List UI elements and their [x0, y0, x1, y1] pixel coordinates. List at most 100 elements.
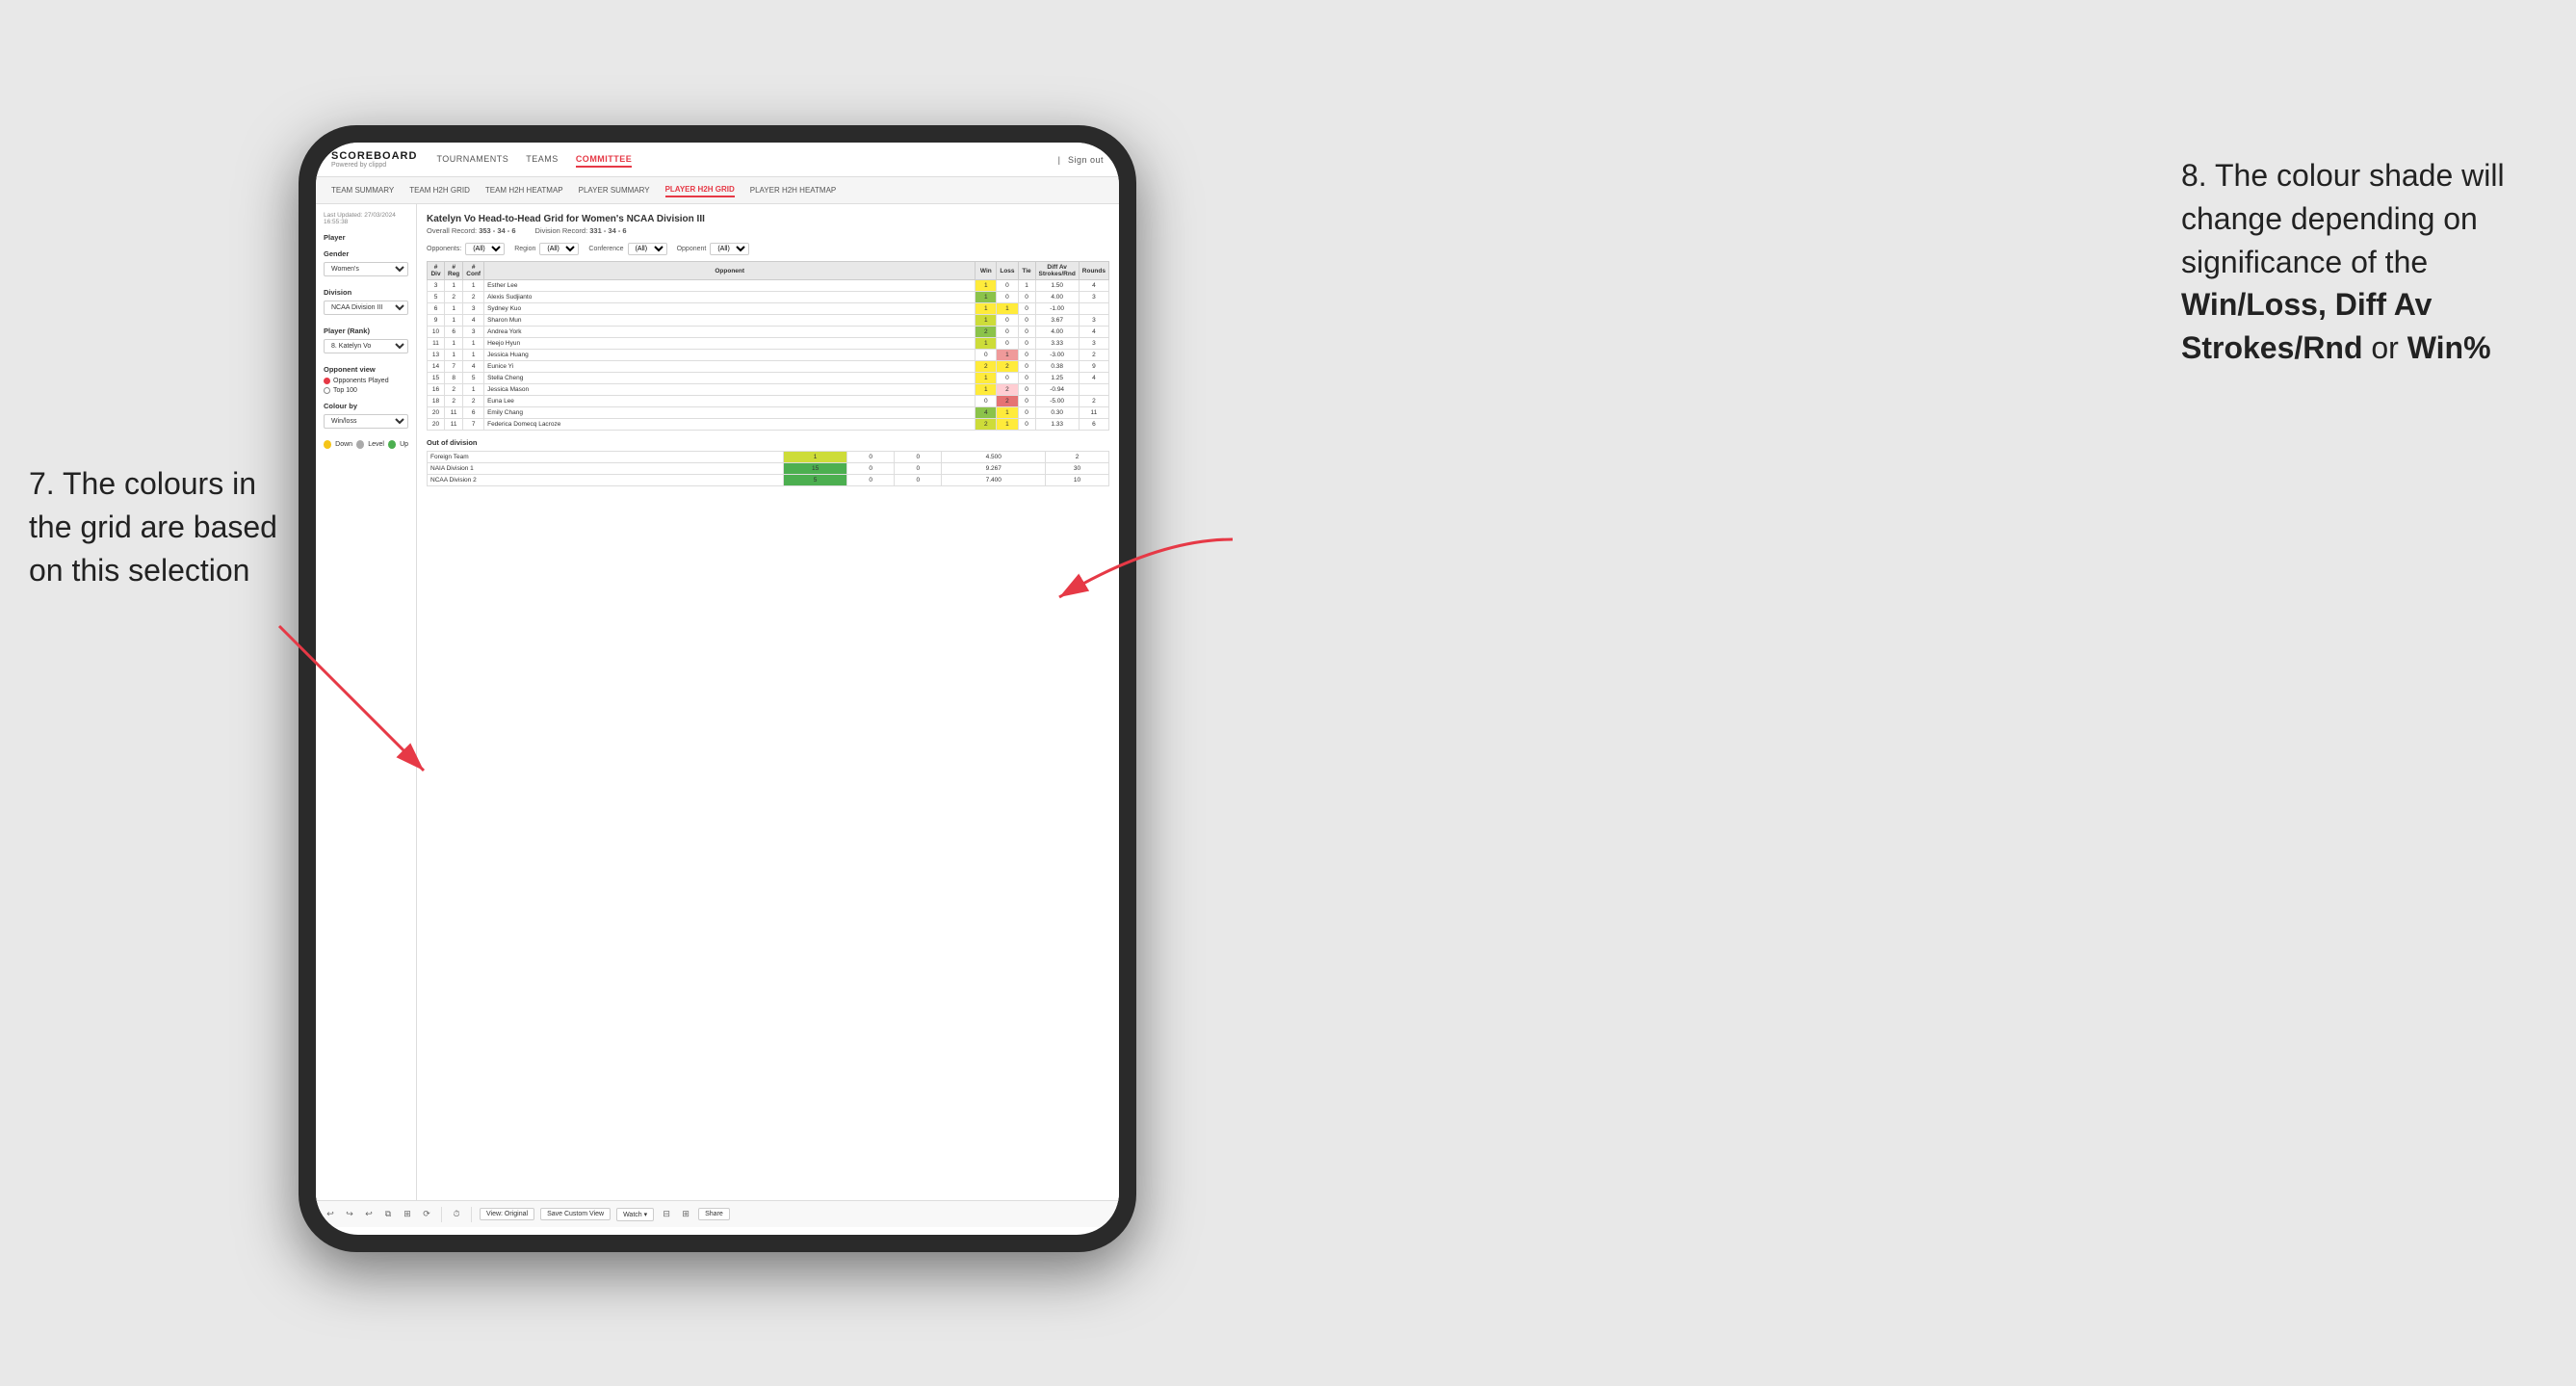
nav-signout[interactable]: Sign out — [1068, 153, 1104, 167]
cell-reg: 2 — [445, 396, 463, 407]
cell-rounds: 2 — [1079, 350, 1108, 361]
cell-tie: 0 — [1018, 327, 1035, 338]
sub-nav-team-h2h-heatmap[interactable]: TEAM H2H HEATMAP — [485, 184, 563, 196]
cell-rounds: 2 — [1046, 452, 1109, 463]
share-btn[interactable]: Share — [698, 1208, 730, 1220]
undo2-icon[interactable]: ↩ — [362, 1208, 376, 1221]
copy-icon[interactable]: ⧉ — [381, 1208, 395, 1221]
bottom-toolbar: ↩ ↪ ↩ ⧉ ⊞ ⟳ ⏱ View: Original Save Custom… — [316, 1200, 1119, 1227]
cell-diff: 3.33 — [1035, 338, 1079, 350]
cell-tie: 0 — [1018, 292, 1035, 303]
colour-by-section: Colour by Win/loss — [324, 402, 408, 432]
cell-conf: 1 — [463, 350, 484, 361]
division-dropdown[interactable]: NCAA Division III — [324, 301, 408, 315]
view-original-btn[interactable]: View: Original — [480, 1208, 534, 1220]
cell-opponent: Andrea York — [484, 327, 976, 338]
cell-opponent: Heejo Hyun — [484, 338, 976, 350]
legend-label-level: Level — [368, 441, 384, 448]
cell-reg: 6 — [445, 327, 463, 338]
cell-opponent: Jessica Huang — [484, 350, 976, 361]
radio-top100[interactable]: Top 100 — [324, 387, 408, 394]
logo: SCOREBOARD Powered by clippd — [331, 150, 417, 169]
cell-div: 16 — [428, 384, 445, 396]
filter-conference-select[interactable]: (All) — [628, 243, 667, 255]
table-row: NCAA Division 2 5 0 0 7.400 10 — [428, 475, 1109, 486]
table-row: 3 1 1 Esther Lee 1 0 1 1.50 4 — [428, 280, 1109, 292]
cell-reg: 7 — [445, 361, 463, 373]
refresh-icon[interactable]: ⟳ — [420, 1208, 433, 1221]
redo-icon[interactable]: ↪ — [343, 1208, 356, 1221]
cell-conf: 3 — [463, 327, 484, 338]
cell-div: 15 — [428, 373, 445, 384]
colour-by-dropdown[interactable]: Win/loss — [324, 414, 408, 429]
cell-loss: 1 — [997, 350, 1018, 361]
player-rank-dropdown[interactable]: 8. Katelyn Vo — [324, 339, 408, 353]
cell-diff: -1.00 — [1035, 303, 1079, 315]
cell-div: 13 — [428, 350, 445, 361]
annotation-left: 7. The colours in the grid are based on … — [29, 462, 279, 591]
sub-nav-team-summary[interactable]: TEAM SUMMARY — [331, 184, 394, 196]
cell-tie: 0 — [1018, 396, 1035, 407]
cell-reg: 1 — [445, 338, 463, 350]
cell-div: 20 — [428, 407, 445, 419]
toolbar-sep-1 — [441, 1207, 442, 1222]
cell-conf: 3 — [463, 303, 484, 315]
filter-opponents-select[interactable]: (All) — [465, 243, 505, 255]
cell-opponent: Stella Cheng — [484, 373, 976, 384]
nav-committee[interactable]: COMMITTEE — [576, 152, 633, 168]
cell-diff: -0.94 — [1035, 384, 1079, 396]
cell-win: 1 — [976, 292, 997, 303]
radio-opponents-played[interactable]: Opponents Played — [324, 378, 408, 384]
grid-icon[interactable]: ⊞ — [679, 1208, 692, 1221]
cell-loss: 1 — [997, 303, 1018, 315]
table-row: 13 1 1 Jessica Huang 0 1 0 -3.00 2 — [428, 350, 1109, 361]
nav-bar: SCOREBOARD Powered by clippd TOURNAMENTS… — [316, 143, 1119, 177]
cell-reg: 11 — [445, 419, 463, 431]
sub-nav-player-h2h-grid[interactable]: PLAYER H2H GRID — [665, 183, 735, 197]
colour-by-label: Colour by — [324, 402, 408, 410]
tablet-screen: SCOREBOARD Powered by clippd TOURNAMENTS… — [316, 143, 1119, 1235]
save-custom-view-btn[interactable]: Save Custom View — [540, 1208, 611, 1220]
cell-win: 2 — [976, 327, 997, 338]
filter-opponents: Opponents: (All) — [427, 243, 505, 255]
cell-rounds: 2 — [1079, 396, 1108, 407]
filter-region-select[interactable]: (All) — [539, 243, 579, 255]
gender-dropdown[interactable]: Women's — [324, 262, 408, 276]
th-div: #Div — [428, 262, 445, 280]
radio-label-top100: Top 100 — [333, 387, 357, 394]
legend-dot-level — [356, 440, 364, 449]
cell-tie: 0 — [1018, 361, 1035, 373]
clock-icon[interactable]: ⏱ — [450, 1208, 463, 1221]
cell-opponent: NCAA Division 2 — [428, 475, 784, 486]
th-conf: #Conf — [463, 262, 484, 280]
share-label: Share — [705, 1211, 723, 1217]
filter-opponent-select[interactable]: (All) — [710, 243, 749, 255]
undo-icon[interactable]: ↩ — [324, 1208, 337, 1221]
cell-win: 0 — [976, 350, 997, 361]
grid-title: Katelyn Vo Head-to-Head Grid for Women's… — [427, 214, 1109, 224]
cell-rounds: 30 — [1046, 463, 1109, 475]
watch-btn[interactable]: Watch ▾ — [616, 1208, 654, 1221]
layout-icon[interactable]: ⊟ — [660, 1208, 673, 1221]
table-row: 20 11 7 Federica Domecq Lacroze 2 1 0 1.… — [428, 419, 1109, 431]
cell-div: 5 — [428, 292, 445, 303]
right-main: Katelyn Vo Head-to-Head Grid for Women's… — [417, 204, 1119, 1200]
filter-conference-label: Conference — [588, 246, 623, 252]
nav-right: | Sign out — [1058, 153, 1104, 167]
nav-teams[interactable]: TEAMS — [526, 152, 559, 168]
sub-nav-player-summary[interactable]: PLAYER SUMMARY — [579, 184, 650, 196]
th-tie: Tie — [1018, 262, 1035, 280]
cell-rounds — [1079, 303, 1108, 315]
cell-reg: 1 — [445, 303, 463, 315]
cell-diff: 4.500 — [942, 452, 1046, 463]
legend-label-down: Down — [335, 441, 352, 448]
cell-win: 1 — [976, 303, 997, 315]
nav-tournaments[interactable]: TOURNAMENTS — [436, 152, 508, 168]
cell-tie: 0 — [1018, 384, 1035, 396]
legend-row: Down Level Up — [324, 440, 408, 449]
grid-subtitle: Overall Record: 353 - 34 - 6 Division Re… — [427, 226, 1109, 235]
cell-diff: -3.00 — [1035, 350, 1079, 361]
sub-nav-player-h2h-heatmap[interactable]: PLAYER H2H HEATMAP — [750, 184, 837, 196]
sub-nav-team-h2h-grid[interactable]: TEAM H2H GRID — [409, 184, 470, 196]
paste-icon[interactable]: ⊞ — [401, 1208, 414, 1221]
